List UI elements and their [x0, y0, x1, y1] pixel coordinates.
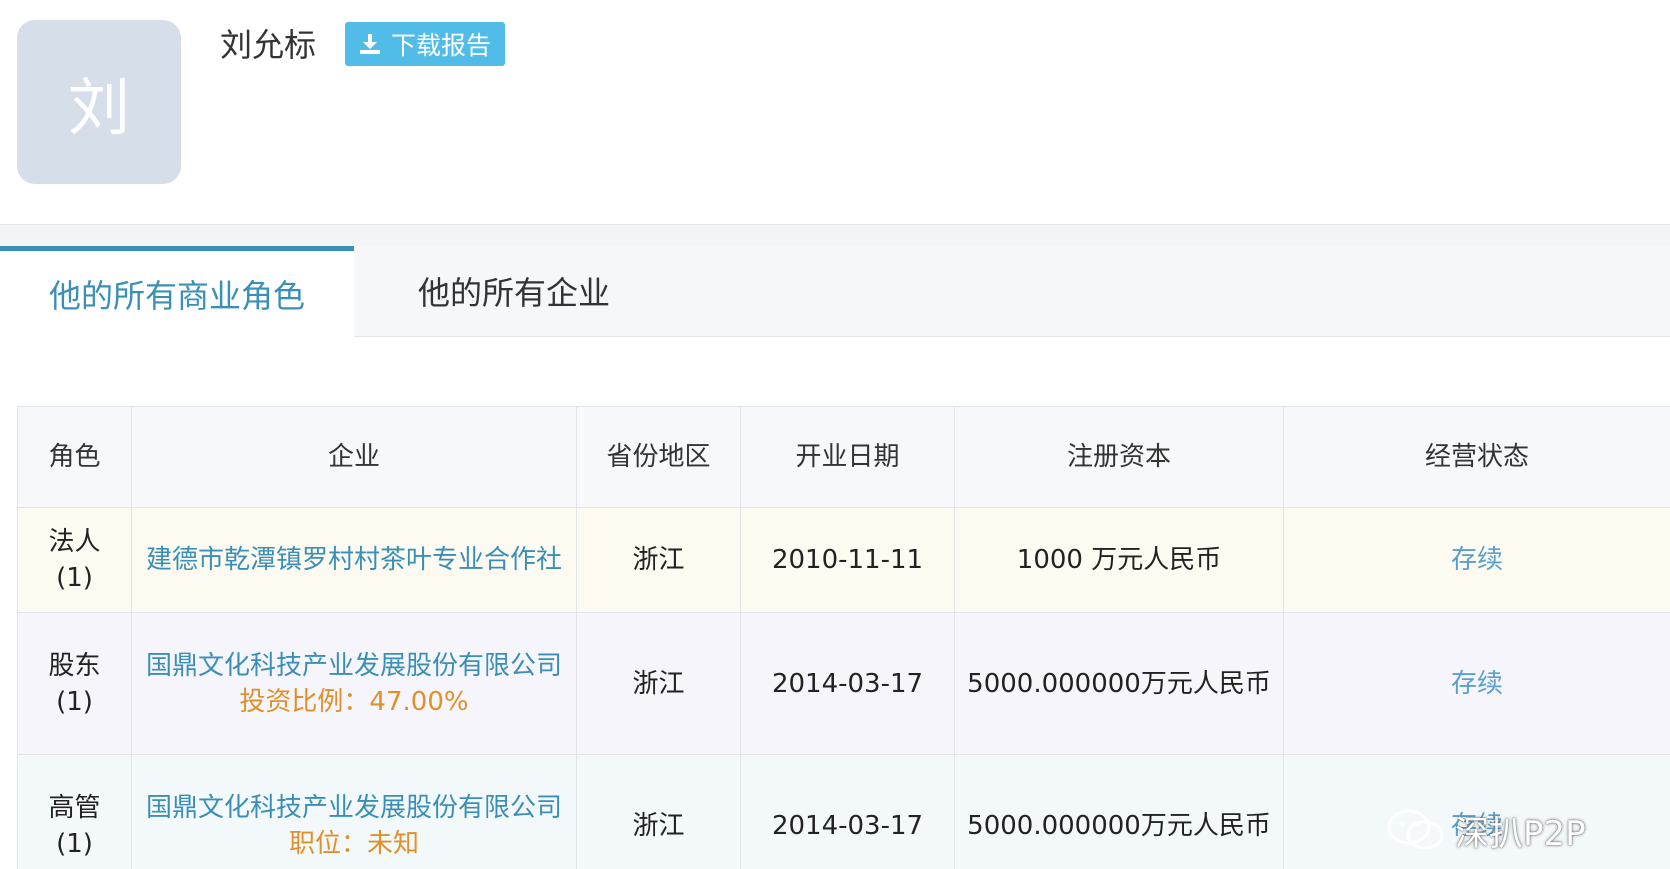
tab-all-companies[interactable]: 他的所有企业 — [354, 246, 674, 336]
download-report-label: 下载报告 — [390, 31, 491, 60]
role-count: (1) — [56, 686, 93, 717]
tab-bar: 他的所有商业角色 他的所有企业 — [0, 246, 1670, 337]
header-company: 企业 — [131, 406, 577, 508]
watermark: 深扒P2P — [1385, 805, 1586, 855]
watermark-text: 深扒P2P — [1455, 813, 1586, 854]
person-name: 刘允标 — [220, 26, 317, 64]
download-icon — [359, 34, 380, 54]
date-cell: 2014-03-17 — [740, 754, 955, 869]
tab-business-roles[interactable]: 他的所有商业角色 — [0, 246, 354, 337]
status-cell: 存续 — [1283, 612, 1670, 755]
header-role: 角色 — [17, 406, 132, 508]
header-open-date: 开业日期 — [740, 406, 955, 508]
company-cell: 建德市乾潭镇罗村村茶叶专业合作社 — [131, 507, 577, 613]
role-cell: 股东 (1) — [17, 612, 132, 755]
header-status: 经营状态 — [1283, 406, 1670, 508]
capital-cell: 1000 万元人民币 — [954, 507, 1284, 613]
date-cell: 2010-11-11 — [740, 507, 955, 613]
date-cell: 2014-03-17 — [740, 612, 955, 755]
capital-cell: 5000.000000万元人民币 — [954, 612, 1284, 755]
investment-ratio: 投资比例：47.00% — [239, 686, 469, 717]
status-badge: 存续 — [1450, 668, 1503, 699]
province-cell: 浙江 — [576, 507, 741, 613]
capital-cell: 5000.000000万元人民币 — [954, 754, 1284, 869]
role-name: 高管 — [48, 792, 101, 823]
company-link[interactable]: 国鼎文化科技产业发展股份有限公司 — [146, 651, 562, 681]
table-row: 股东 (1) 国鼎文化科技产业发展股份有限公司 投资比例：47.00% 浙江 2… — [17, 612, 1670, 755]
download-report-button[interactable]: 下载报告 — [345, 22, 505, 66]
avatar-initial: 刘 — [67, 71, 130, 144]
header-province: 省份地区 — [576, 406, 741, 508]
province-cell: 浙江 — [576, 754, 741, 869]
company-cell: 国鼎文化科技产业发展股份有限公司 职位：未知 — [131, 754, 577, 869]
role-cell: 高管 (1) — [17, 754, 132, 869]
status-badge: 存续 — [1450, 545, 1503, 575]
role-name: 法人 — [48, 527, 101, 557]
header-capital: 注册资本 — [954, 406, 1284, 508]
role-name: 股东 — [48, 650, 101, 681]
avatar: 刘 — [17, 20, 181, 184]
status-cell: 存续 — [1283, 507, 1670, 613]
company-link[interactable]: 建德市乾潭镇罗村村茶叶专业合作社 — [146, 545, 562, 575]
table-header-row: 角色 企业 省份地区 开业日期 注册资本 经营状态 — [17, 406, 1670, 508]
table-row: 法人 (1) 建德市乾潭镇罗村村茶叶专业合作社 浙江 2010-11-11 10… — [17, 507, 1670, 613]
province-cell: 浙江 — [576, 612, 741, 755]
section-divider — [0, 224, 1670, 247]
position-info: 职位：未知 — [288, 828, 419, 859]
role-count: (1) — [56, 563, 93, 593]
roles-table: 角色 企业 省份地区 开业日期 注册资本 经营状态 法人 (1) 建德市乾潭镇罗… — [17, 406, 1670, 869]
role-cell: 法人 (1) — [17, 507, 132, 613]
company-cell: 国鼎文化科技产业发展股份有限公司 投资比例：47.00% — [131, 612, 577, 755]
company-link[interactable]: 国鼎文化科技产业发展股份有限公司 — [146, 793, 562, 823]
role-count: (1) — [56, 828, 93, 859]
wechat-icon — [1387, 809, 1444, 850]
